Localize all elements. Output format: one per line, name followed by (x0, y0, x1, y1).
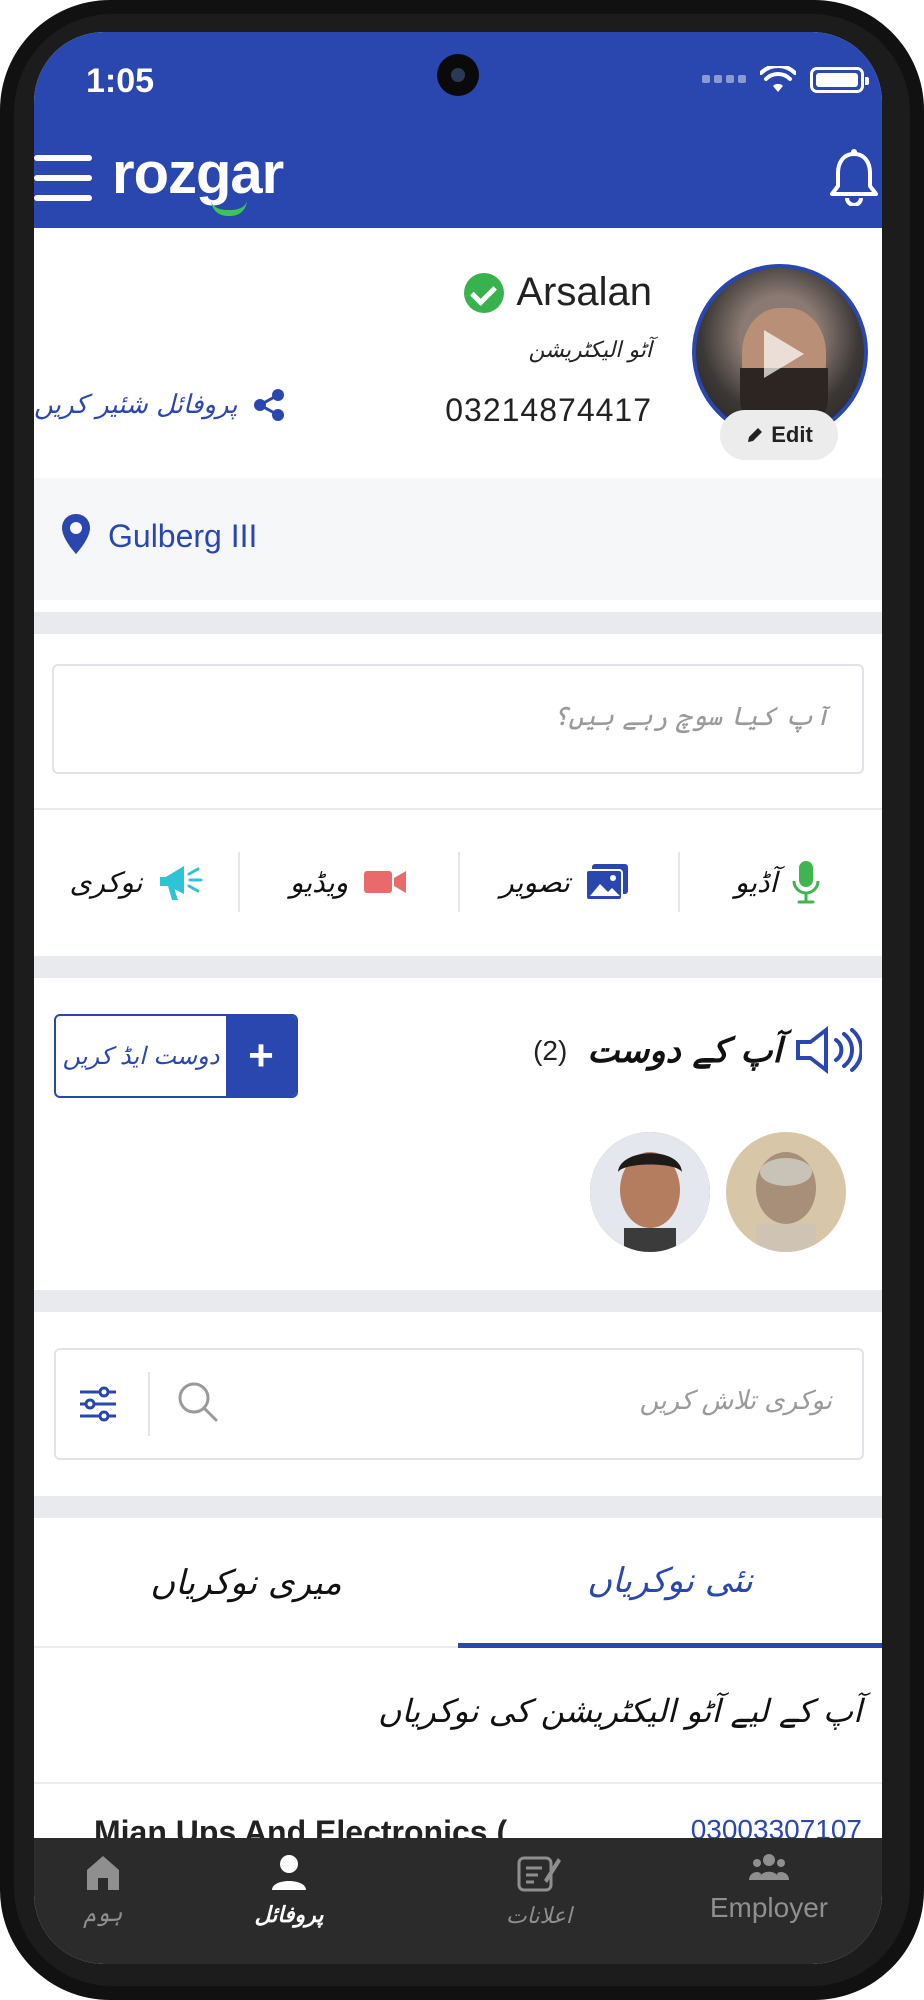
filter-icon[interactable] (78, 1384, 118, 1424)
nav-profile[interactable]: پروفائل (204, 1852, 374, 1952)
friends-section: دوست ایڈ کریں + (2) آپ کے دوست (34, 972, 882, 1272)
app-header: rozgar (34, 128, 882, 228)
tab-new-jobs[interactable]: نئی نوکریاں (458, 1518, 882, 1648)
friends-title: آپ کے دوست (587, 1031, 782, 1071)
job-tabs: میری نوکریاں نئی نوکریاں (34, 1518, 882, 1648)
share-icon (253, 389, 284, 421)
post-actions: نوکری ویڈیو تصویر آڈیو (34, 812, 882, 952)
section-divider (34, 612, 882, 634)
action-video-label: ویڈیو (289, 865, 349, 899)
action-image[interactable]: تصویر (460, 812, 670, 952)
action-image-label: تصویر (500, 865, 570, 899)
signal-icon (702, 75, 746, 85)
wifi-icon (760, 66, 796, 92)
nav-employer[interactable]: Employer (694, 1852, 844, 1952)
location-pin-icon (62, 514, 90, 554)
profile-card: پروفائل شئیر کریں Arsalan آٹو الیکٹریشن … (34, 228, 882, 478)
user-icon (272, 1855, 306, 1890)
action-job[interactable]: نوکری (34, 812, 244, 952)
notification-bell-icon[interactable] (826, 146, 882, 206)
profile-name: Arsalan (516, 270, 652, 314)
nav-home-label: ہوم (83, 1902, 123, 1927)
action-video[interactable]: ویڈیو (244, 812, 454, 952)
profile-name-row: Arsalan (464, 270, 652, 315)
nav-profile-label: پروفائل (254, 1902, 324, 1928)
play-icon (764, 330, 804, 378)
screen: 1:05 rozgar پروفائل شئیر کریں Arsalan آٹ… (34, 32, 882, 1964)
share-profile-link[interactable]: پروفائل شئیر کریں (34, 388, 286, 422)
tab-my-jobs[interactable]: میری نوکریاں (34, 1518, 458, 1648)
status-bar: 1:05 (34, 32, 882, 128)
post-placeholder: آپ کیا سوچ رہے ہیں؟ (553, 702, 830, 732)
jobs-heading: آپ کے لیے آٹو الیکٹریشن کی نوکریاں (378, 1692, 862, 1730)
search-placeholder: نوکری تلاش کریں (639, 1386, 832, 1416)
logo-smile (211, 200, 247, 216)
nav-announcements-label: اعلانات (506, 1904, 572, 1929)
section-divider (34, 1290, 882, 1312)
menu-icon[interactable] (34, 155, 92, 201)
nav-announcements[interactable]: اعلانات (474, 1852, 604, 1952)
profile-profession: آٹو الیکٹریشن (528, 338, 652, 363)
job-search-input[interactable]: نوکری تلاش کریں (54, 1348, 864, 1460)
speaker-icon[interactable] (792, 1020, 862, 1080)
power-button (916, 300, 924, 530)
pencil-icon (748, 428, 763, 442)
location-row[interactable]: Gulberg III (34, 478, 882, 600)
announcement-icon (517, 1856, 561, 1892)
share-profile-label: پروفائل شئیر کریں (34, 390, 238, 420)
megaphone-icon (160, 866, 203, 900)
profile-phone: 03214874417 (445, 392, 652, 428)
verified-badge-icon (464, 272, 505, 313)
action-separator (238, 852, 240, 912)
friend-avatar[interactable] (726, 1132, 846, 1252)
plus-icon: + (226, 1016, 296, 1096)
phone-frame: 1:05 rozgar پروفائل شئیر کریں Arsalan آٹ… (0, 0, 924, 2000)
front-camera (437, 54, 479, 96)
friends-count: (2) (533, 1034, 568, 1066)
add-friend-label: دوست ایڈ کریں (62, 1042, 220, 1070)
microphone-icon (792, 861, 820, 904)
add-friend-button[interactable]: دوست ایڈ کریں + (54, 1014, 298, 1098)
status-time: 1:05 (86, 62, 155, 100)
location-text: Gulberg III (108, 518, 258, 554)
edit-label: Edit (771, 422, 813, 447)
battery-icon (810, 67, 869, 93)
group-icon (749, 1854, 789, 1880)
status-icons (702, 66, 869, 94)
friends-title-row: (2) آپ کے دوست (533, 1030, 782, 1071)
action-job-label: نوکری (69, 865, 143, 899)
home-icon (87, 1856, 119, 1890)
section-divider (34, 808, 882, 810)
action-audio-label: آڈیو (734, 865, 778, 899)
app-logo[interactable]: rozgar (112, 140, 284, 207)
section-divider (34, 1496, 882, 1518)
post-input[interactable]: آپ کیا سوچ رہے ہیں؟ (52, 664, 864, 774)
action-audio[interactable]: آڈیو (674, 812, 882, 952)
volume-button (916, 700, 924, 830)
search-separator (148, 1372, 150, 1436)
edit-profile-button[interactable]: Edit (720, 410, 838, 460)
job-list-item[interactable]: Mian Ups And Electronics ( 03003307107 (34, 1782, 882, 1850)
nav-home[interactable]: ہوم (48, 1852, 158, 1952)
nav-employer-label: Employer (709, 1892, 829, 1923)
image-icon (584, 864, 628, 901)
bottom-nav: ہوم پروفائل اعلانات Employer (34, 1838, 882, 1964)
search-icon (178, 1382, 218, 1422)
video-camera-icon (364, 871, 407, 893)
friend-avatar[interactable] (590, 1132, 710, 1252)
